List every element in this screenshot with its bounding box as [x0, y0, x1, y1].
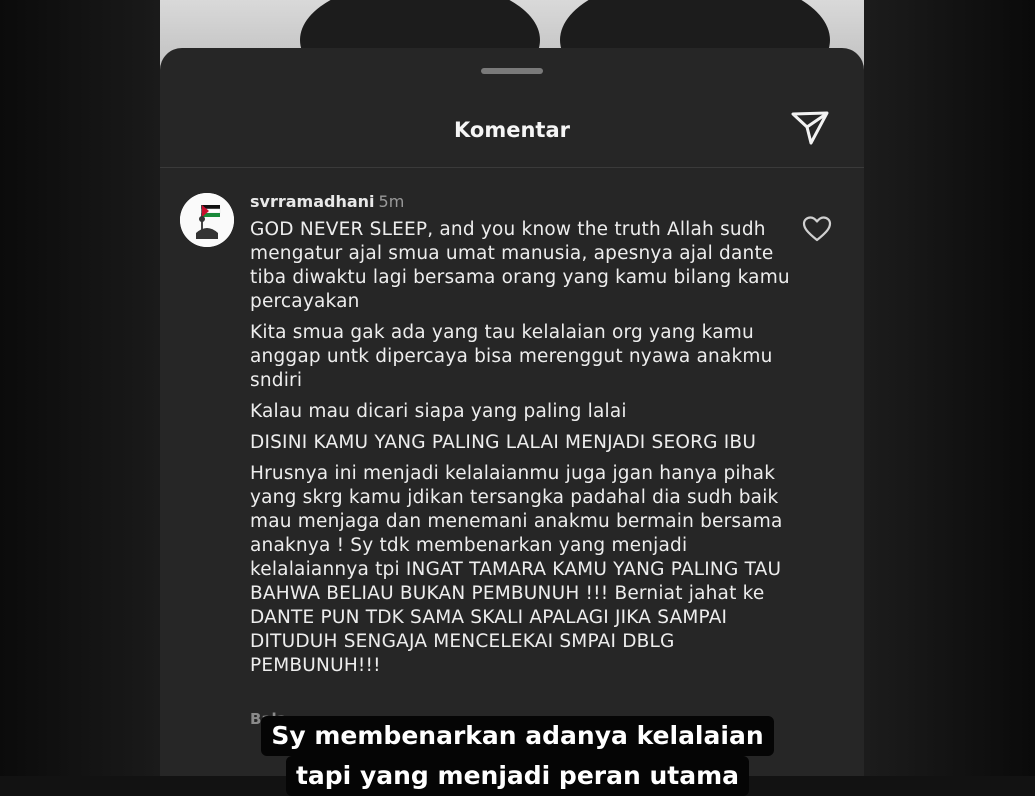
comment-time: 5m: [378, 192, 405, 211]
header-divider: [160, 167, 864, 168]
comments-sheet: Komentar svrramadhani 5m GOD NEVER SLEEP,…: [160, 48, 864, 776]
background-left: [0, 0, 160, 776]
comment-paragraph: Kita smua gak ada yang tau kelalaian org…: [250, 322, 773, 391]
background-right: [864, 0, 1035, 776]
sheet-title: Komentar: [454, 118, 570, 142]
comment-username[interactable]: svrramadhani: [250, 192, 375, 211]
comment-header: svrramadhani 5m: [250, 192, 404, 211]
caption-line-1: Sy membenarkan adanya kelalaian: [261, 716, 774, 756]
avatar[interactable]: [180, 193, 234, 247]
comment-paragraph: DISINI KAMU YANG PALING LALAI MENJADI SE…: [250, 432, 757, 453]
paper-plane-icon[interactable]: [790, 108, 830, 148]
caption-line-2: tapi yang menjadi peran utama: [285, 756, 750, 796]
video-caption: Sy membenarkan adanya kelalaian tapi yan…: [0, 716, 1035, 796]
comment-paragraph: GOD NEVER SLEEP, and you know the truth …: [250, 219, 790, 312]
drag-handle[interactable]: [481, 68, 543, 74]
comment-paragraph: Hrusnya ini menjadi kelalaianmu juga jga…: [250, 463, 783, 676]
heart-icon[interactable]: [802, 214, 832, 244]
comment-paragraph: Kalau mau dicari siapa yang paling lalai: [250, 401, 627, 422]
comment-text: GOD NEVER SLEEP, and you know the truth …: [250, 218, 790, 685]
